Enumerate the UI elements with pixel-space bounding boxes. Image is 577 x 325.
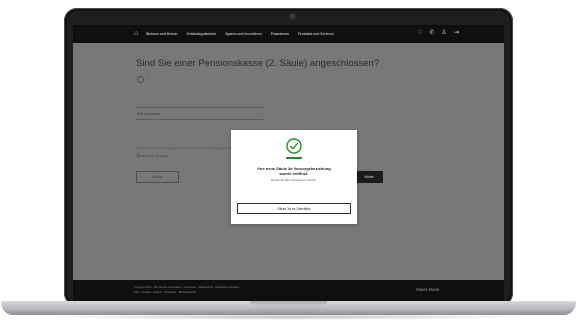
pension-select[interactable]: Bitte auswählen ⌄ xyxy=(136,110,264,120)
divider xyxy=(136,107,264,108)
check-circle-icon xyxy=(286,138,302,154)
laptop-screen: ⌂ Wohnen und Heizen Gebäudegutachten Spa… xyxy=(73,25,504,301)
webcam xyxy=(290,14,295,19)
info-icon[interactable] xyxy=(137,76,144,83)
footer-links[interactable]: Start · Kontakt · Support · Newsletter ·… xyxy=(134,291,196,294)
nav-item-finanzieren[interactable]: Finanzieren xyxy=(271,32,289,36)
info-icon-small: ⓘ xyxy=(136,153,140,158)
top-navigation: ⌂ Wohnen und Heizen Gebäudegutachten Spa… xyxy=(73,25,504,43)
laptop-shadow xyxy=(40,314,537,320)
footer-copyright: Copyright 2023 · Alle Rechte vorbehalten… xyxy=(134,286,239,289)
chevron-down-icon: ⌄ xyxy=(256,110,261,116)
question-mark: ? xyxy=(146,76,149,81)
more-info-link[interactable]: ⓘ Mehr dazu anzeigen xyxy=(136,153,168,159)
next-button[interactable]: Weiter xyxy=(355,171,383,183)
modal-title-line2: wurde eröffnet. xyxy=(279,171,309,176)
nav-item-produkte[interactable]: Produkte und Services xyxy=(298,32,334,36)
page-footer: Copyright 2023 · Alle Rechte vorbehalten… xyxy=(73,280,504,301)
more-info-label: Mehr dazu anzeigen xyxy=(140,154,169,158)
page-title: Sind Sie einer Pensionskasse (2. Säule) … xyxy=(136,58,380,69)
logout-icon[interactable]: ⇥ xyxy=(454,30,459,37)
nav-item-gutachten[interactable]: Gebäudegutachten xyxy=(186,32,216,36)
nav-item-sparen[interactable]: Sparen und Investieren xyxy=(225,32,261,36)
heart-icon[interactable]: ♡ xyxy=(417,30,422,37)
user-icon[interactable]: ♙ xyxy=(441,30,446,37)
accent-bar xyxy=(286,157,302,159)
nav-item-wohnen[interactable]: Wohnen und Heizen xyxy=(146,32,177,36)
phone-icon[interactable]: ✆ xyxy=(429,30,434,37)
back-button[interactable]: Zurück xyxy=(136,171,179,183)
success-modal: Ihre neue Säule 3a Vorsorgebeziehung wur… xyxy=(231,130,357,224)
home-icon[interactable]: ⌂ xyxy=(134,30,138,38)
nav-menu: Wohnen und Heizen Gebäudegutachten Spare… xyxy=(146,32,334,36)
modal-subtitle: Danke für das Vertrauen in Zurich. xyxy=(271,178,317,182)
select-value: Bitte auswählen xyxy=(137,112,161,116)
answer-placeholder: — xyxy=(146,92,149,96)
footer-brand-logo: Swiss Bank xyxy=(416,287,440,292)
nav-icons: ♡ ✆ ♙ ⇥ xyxy=(417,30,459,37)
overview-button[interactable]: Säule 3a im Überblick xyxy=(237,203,351,214)
info-text: Falls Sie an Ihrer Vorsorgekasse eine we… xyxy=(136,146,246,150)
laptop-notch xyxy=(250,301,327,306)
